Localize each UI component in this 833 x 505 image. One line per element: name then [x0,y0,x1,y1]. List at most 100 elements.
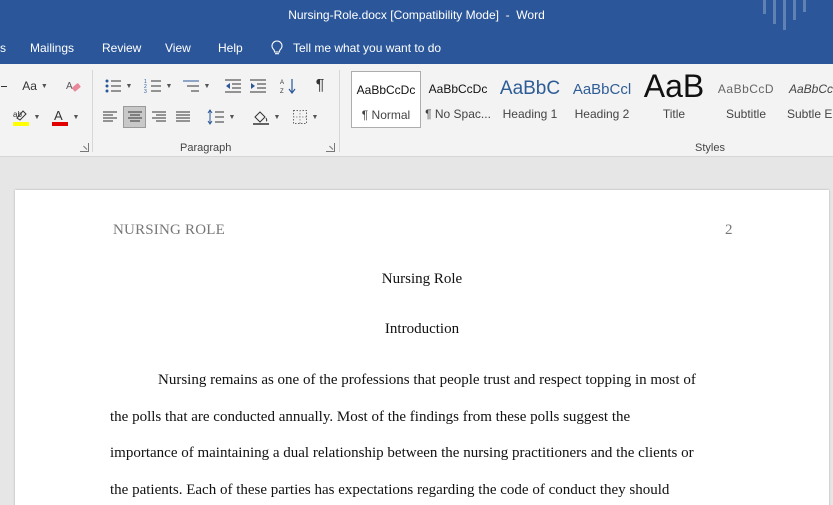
chevron-down-icon: ▼ [165,82,173,90]
chevron-down-icon: ▼ [72,113,80,121]
text-highlight-button[interactable]: ab ▼ [8,106,44,128]
svg-text:A: A [280,80,284,86]
align-right-icon [152,111,166,122]
paint-bucket-icon [252,111,269,125]
running-head: NURSING ROLE [113,222,225,238]
sort-button[interactable]: A Z [278,75,300,97]
style-preview: AaBbCcDc [428,82,488,96]
sort-icon: A Z [280,79,296,95]
clear-formatting-button[interactable]: A [62,75,84,97]
svg-text:ab: ab [13,110,22,119]
style-preview: AaBbCcl [572,80,632,98]
chevron-down-icon: ▼ [311,113,319,121]
decrease-indent-button[interactable] [222,75,244,97]
group-divider [92,70,93,152]
font-color-button[interactable]: A ▼ [48,106,82,128]
pilcrow-icon: ¶ [315,77,325,94]
change-case-button[interactable]: Aa ▼ [17,75,53,97]
style-heading-2[interactable]: AaBbCcl Heading 2 [567,71,637,128]
document-canvas: NURSING ROLE 2 Nursing Role Introduction… [0,157,833,505]
style-name: Title [662,107,686,121]
style-name: ¶ Normal [361,108,411,122]
eraser-icon: A [66,81,81,92]
title-bar: Nursing-Role.docx [Compatibility Mode] -… [0,0,833,32]
align-left-icon [103,111,117,122]
body-line: importance of maintaining a dual relatio… [110,445,694,461]
style-preview: AaBbC [499,78,561,99]
tab-view[interactable]: View [165,41,191,55]
chevron-down-icon: ▼ [273,113,281,121]
style-subtle-emphasis[interactable]: AaBbCcD Subtle Em [783,71,833,128]
font-dialog-launcher-icon[interactable] [80,143,89,152]
style-name: Subtle Em [787,107,833,121]
align-left-button[interactable] [99,106,121,128]
chevron-down-icon: ▼ [33,113,41,121]
style-title[interactable]: AaB Title [639,71,709,128]
increase-indent-icon [250,79,266,93]
tell-me-search[interactable]: Tell me what you want to do [271,40,441,56]
style-preview: AaBbCcDc [356,83,416,97]
style-name: Heading 1 [502,107,558,121]
chevron-down-icon: ▼ [228,113,236,121]
line-spacing-icon [207,109,224,125]
increase-indent-button[interactable] [247,75,269,97]
svg-text:A: A [54,108,63,123]
tab-mailings[interactable]: Mailings [30,41,74,55]
highlighter-icon: ab [12,110,29,126]
align-right-button[interactable] [148,106,170,128]
chevron-down-icon: ▼ [40,82,48,90]
style-name: ¶ No Spac... [425,107,491,121]
style-heading-1[interactable]: AaBbC Heading 1 [495,71,565,128]
tab-review[interactable]: Review [102,41,141,55]
style-no-spacing[interactable]: AaBbCcDc ¶ No Spac... [423,71,493,128]
bullets-button[interactable]: ▼ [100,75,136,97]
numbering-button[interactable]: 1 2 3 ▼ [140,75,176,97]
tab-partial[interactable]: s [0,41,6,55]
tab-help[interactable]: Help [218,41,243,55]
borders-button[interactable]: ▼ [287,106,323,128]
decrease-indent-icon [225,79,241,93]
style-preview: AaBbCcD [717,82,775,96]
justify-icon [176,111,190,122]
style-preview: AaB [643,71,705,104]
paragraph-dialog-launcher-icon[interactable] [326,143,335,152]
numbering-icon: 1 2 3 [144,79,161,94]
body-line: the polls that are conducted annually. M… [110,409,631,425]
svg-text:A: A [66,81,73,92]
multilevel-list-button[interactable]: ▼ [178,75,214,97]
show-formatting-marks-button[interactable]: ¶ [309,75,331,97]
section-heading: Introduction [384,321,460,337]
body-line: Nursing remains as one of the profession… [158,372,696,388]
ribbon-tabs: s Mailings Review View Help Tell me what… [0,32,833,64]
line-spacing-button[interactable]: ▼ [204,106,238,128]
align-center-icon [127,111,142,122]
tell-me-label: Tell me what you want to do [293,41,442,55]
chevron-down-icon: ▼ [203,82,211,90]
body-line: the patients. Each of these parties has … [110,482,670,498]
title-bar-decoration [763,0,833,32]
style-subtitle[interactable]: AaBbCcD Subtitle [711,71,781,128]
grow-font-partial[interactable] [0,75,8,97]
document-title: Nursing Role [381,271,463,287]
align-center-button[interactable] [123,106,146,128]
lightbulb-icon [271,40,283,55]
ribbon: Aa ▼ A ab ▼ A ▼ ▼ 1 2 3 ▼ ▼ A Z ¶ ▼ ▼ ▼ … [0,64,833,157]
font-color-icon: A [51,108,68,126]
bullets-icon [105,79,121,93]
page-number: 2 [725,222,733,238]
justify-button[interactable] [172,106,194,128]
shading-button[interactable]: ▼ [248,106,284,128]
chevron-down-icon: ▼ [125,82,133,90]
paragraph-group-label: Paragraph [180,142,232,154]
borders-icon [292,110,307,124]
document-page[interactable]: NURSING ROLE 2 Nursing Role Introduction… [15,190,829,505]
styles-group-label: Styles [695,142,725,154]
style-name: Subtitle [725,107,767,121]
style-normal[interactable]: AaBbCcDc ¶ Normal [351,71,421,128]
svg-text:3: 3 [144,89,147,94]
style-name: Heading 2 [574,107,630,121]
change-case-label: Aa [22,79,37,93]
group-divider [339,70,340,152]
svg-text:Z: Z [280,89,284,95]
window-title: Nursing-Role.docx [Compatibility Mode] -… [288,8,545,22]
